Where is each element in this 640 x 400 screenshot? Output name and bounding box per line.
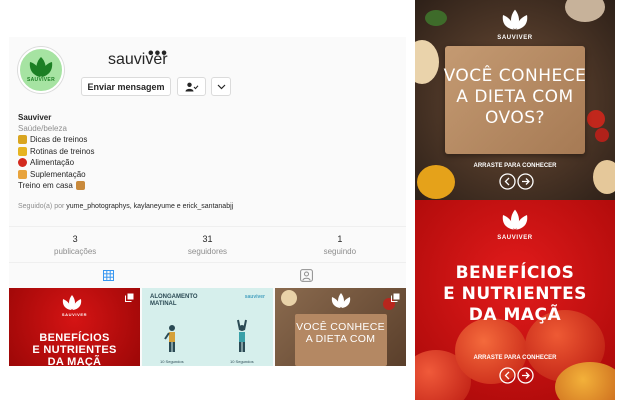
bio-line-text: Dicas de treinos (30, 135, 88, 144)
stat-value: 1 (337, 234, 343, 244)
stat-label: seguindo (323, 247, 357, 256)
basil-decoration (425, 10, 447, 26)
profile-avatar[interactable]: SAUVIVER (18, 47, 64, 93)
profile-panel: SAUVIVER sauviver ••• Enviar mensagem Sa… (9, 37, 406, 366)
stat-value: 31 (202, 234, 213, 244)
followed-by-names[interactable]: yume_photographys, kaylaneyume e erick_s… (66, 203, 233, 210)
carousel-icon (391, 293, 400, 302)
leaf-logo-icon (502, 9, 528, 30)
post-headline: VOCÊ CONHECE A DIETA COM OVOS? (443, 66, 587, 128)
tagged-icon (300, 268, 314, 282)
grid-post-eggs[interactable]: VOCÊ CONHECE A DIETA COM (275, 288, 406, 366)
apple-icon (18, 158, 27, 168)
bio-category: Saúde/beleza (18, 124, 67, 133)
post-swipe-text: ARRASTE PARA CONHECER (473, 355, 557, 361)
grid-post-stretching[interactable]: ALONGAMENTO MATINAL sauviver 10 Segundos… (142, 288, 273, 366)
post-eggs-diet[interactable]: SAUVIVER VOCÊ CONHECE A DIETA COM OVOS? … (415, 0, 615, 200)
stat-following[interactable]: 1 seguindo (274, 227, 406, 261)
followed-by-prefix: Seguido(a) por (18, 203, 65, 210)
pepper-decoration (417, 165, 455, 199)
tomato-decoration (595, 128, 609, 142)
instagram-page: SAUVIVER sauviver ••• Enviar mensagem Sa… (0, 0, 640, 400)
grid-post-brand: sauviver (244, 294, 265, 300)
carousel-icon (125, 293, 134, 302)
arrow-left-circle-icon (499, 173, 516, 190)
bio-line-text: Suplementação (30, 169, 86, 179)
bio-line: Dicas de treinos (18, 134, 388, 146)
profile-bio: Sauviver Saúde/beleza Dicas de treinos R… (18, 112, 388, 192)
bio-name: Sauviver (18, 113, 52, 122)
grid-post-title: BENEFÍCIOS E NUTRIENTES DA MAÇÃ (32, 332, 117, 366)
stat-label: seguidores (187, 247, 228, 256)
grid-post-brand: SAUVIVER (61, 312, 88, 317)
tab-posts[interactable] (9, 263, 208, 287)
grid-post-caption: 10 Segundos (160, 359, 184, 364)
grid-post-title: ALONGAMENTO MATINAL (150, 294, 198, 307)
flexed-arm-icon (18, 169, 27, 179)
profile-stats: 3 publicações 31 seguidores 1 seguindo (9, 226, 406, 261)
swipe-arrows[interactable] (499, 367, 534, 384)
leaf-logo-icon (29, 57, 53, 77)
posts-grid: SAUVIVER BENEFÍCIOS E NUTRIENTES DA MAÇÃ… (9, 288, 406, 366)
stat-label: publicações (54, 247, 97, 256)
stat-followers[interactable]: 31 seguidores (141, 227, 273, 261)
stat-posts: 3 publicações (9, 227, 141, 261)
following-button[interactable] (177, 77, 206, 96)
profile-tabs (9, 262, 406, 287)
trophy-icon (18, 146, 27, 156)
trophy-icon (18, 135, 27, 145)
bio-line: Treino em casa (18, 180, 388, 192)
bio-line: Alimentação (18, 157, 388, 169)
post-brand: SAUVIVER (497, 235, 533, 241)
stretching-figure-icon (164, 325, 175, 352)
grid-post-apple[interactable]: SAUVIVER BENEFÍCIOS E NUTRIENTES DA MAÇÃ (9, 288, 140, 366)
swipe-arrows[interactable] (499, 173, 534, 190)
post-apple-benefits[interactable]: SAUVIVER BENEFÍCIOS E NUTRIENTES DA MAÇÃ… (415, 200, 615, 400)
grid-icon (102, 269, 114, 281)
followed-by: Seguido(a) por yume_photographys, kaylan… (18, 203, 233, 210)
arrow-right-circle-icon (517, 173, 534, 190)
tab-tagged[interactable] (208, 263, 407, 287)
post-headline: BENEFÍCIOS E NUTRIENTES DA MAÇÃ (443, 263, 587, 325)
send-message-button[interactable]: Enviar mensagem (81, 77, 171, 96)
more-options-button[interactable]: ••• (148, 45, 168, 63)
stat-value: 3 (72, 234, 78, 244)
grid-post-caption: 10 Segundos (230, 359, 254, 364)
post-swipe-text: ARRASTE PARA CONHECER (473, 163, 557, 169)
stretching-figure-icon (237, 319, 247, 352)
arrow-right-circle-icon (517, 367, 534, 384)
grid-post-title: VOCÊ CONHECE A DIETA COM (296, 321, 385, 345)
leaf-logo-icon (62, 295, 82, 310)
arrow-left-circle-icon (499, 367, 516, 384)
avatar-brand-text: SAUVIVER (27, 77, 55, 83)
suggestions-dropdown-button[interactable] (211, 77, 231, 96)
bio-line-text: Alimentação (30, 158, 75, 167)
bio-line-text: Rotinas de treinos (30, 146, 95, 156)
egg-decoration (281, 290, 297, 306)
house-icon (75, 181, 85, 191)
bio-line: Suplementação (18, 169, 388, 181)
leaf-logo-icon (331, 293, 351, 308)
bio-line-text: Treino em casa (18, 181, 73, 190)
leaf-logo-icon (502, 209, 528, 230)
user-check-icon (185, 82, 198, 91)
chevron-down-icon (217, 84, 225, 89)
mushroom-decoration (565, 0, 605, 22)
post-brand: SAUVIVER (497, 35, 533, 41)
bio-line: Rotinas de treinos (18, 146, 388, 158)
